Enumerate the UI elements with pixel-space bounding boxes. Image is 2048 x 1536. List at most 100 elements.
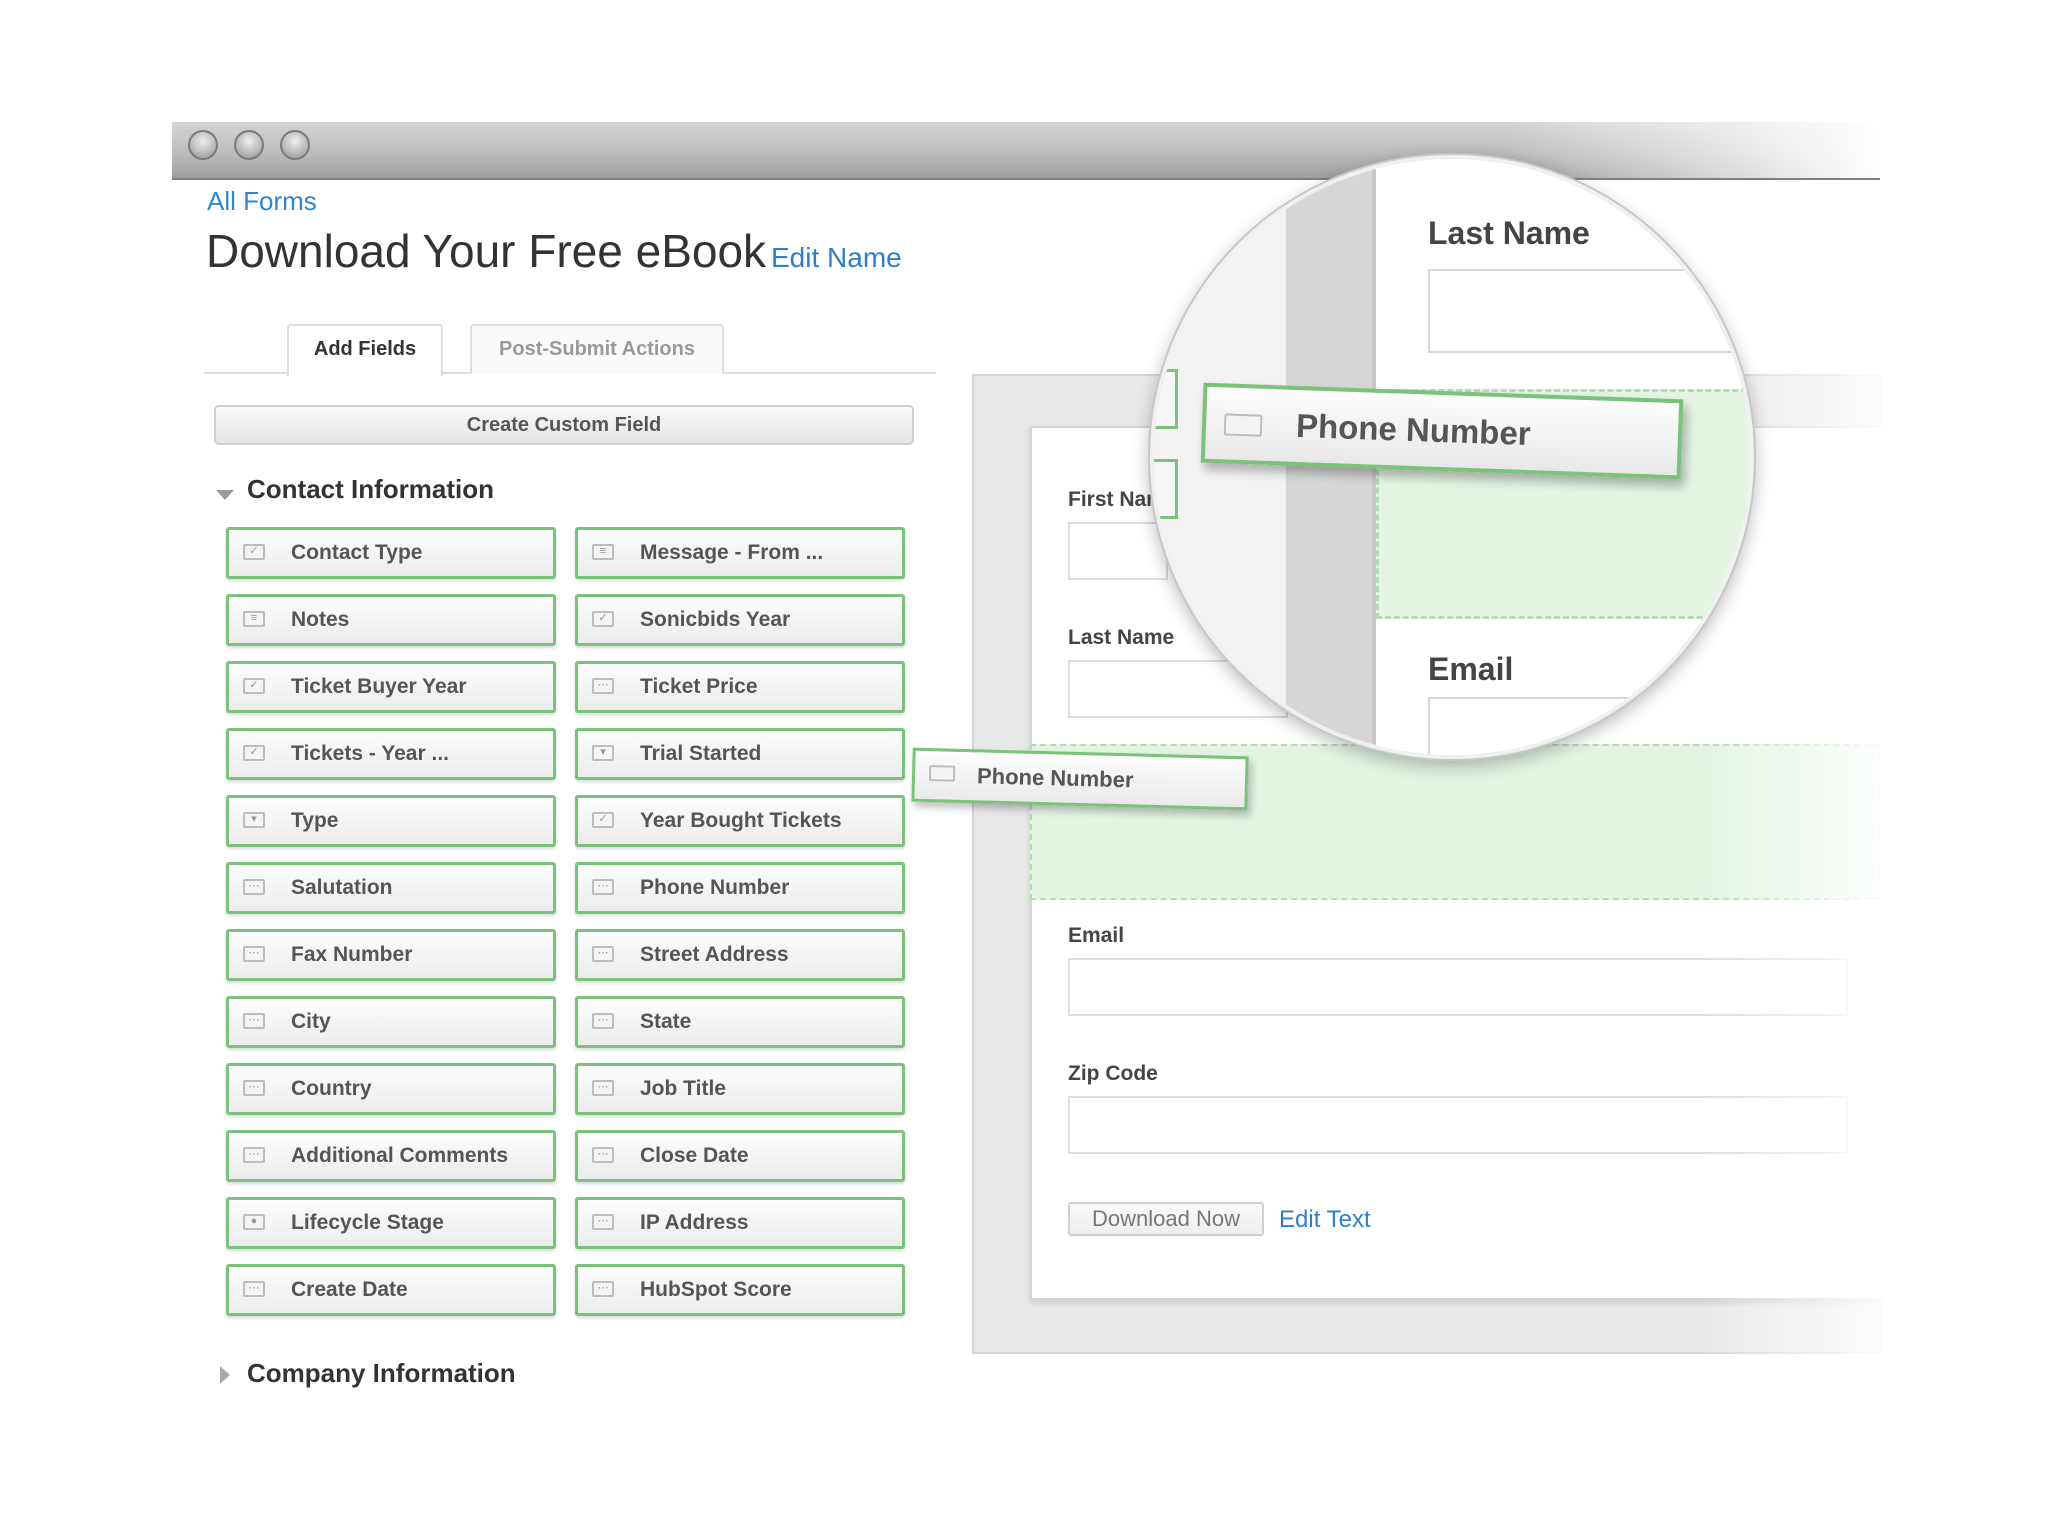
text-field-icon: ⋯	[592, 879, 614, 895]
close-window-icon[interactable]	[188, 130, 218, 160]
field-chip-label: Job Title	[640, 1077, 726, 1100]
field-chip-label: State	[640, 1010, 692, 1033]
field-chip[interactable]: ⋯ State	[575, 996, 905, 1048]
field-chip-label: Trial Started	[640, 742, 762, 765]
field-chip-label: Lifecycle Stage	[291, 1211, 444, 1234]
field-chip[interactable]: ⋯ Additional Comments	[226, 1130, 556, 1182]
field-chip[interactable]: ▾ Type	[226, 795, 556, 847]
field-chip-label: Year Bought Tickets	[640, 809, 842, 832]
field-chip[interactable]: ≡ Message - From ...	[575, 527, 905, 579]
field-chip-label: Close Date	[640, 1144, 749, 1167]
field-chip[interactable]: ⋯ Phone Number	[575, 862, 905, 914]
zoom-window-icon[interactable]	[280, 130, 310, 160]
dragging-field-chip[interactable]: Phone Number	[911, 747, 1249, 811]
checkbox-icon: ✓	[592, 812, 614, 828]
field-chip[interactable]: ✓ Year Bought Tickets	[575, 795, 905, 847]
field-chip[interactable]: ⋯ Country	[226, 1063, 556, 1115]
create-custom-field-button[interactable]: Create Custom Field	[214, 405, 914, 445]
magnifier-lens: Last Name Email Phone Number	[1150, 155, 1754, 759]
page-title: Download Your Free eBook	[206, 225, 767, 277]
field-chip[interactable]: ✓ Sonicbids Year	[575, 594, 905, 646]
field-chip-label: Additional Comments	[291, 1144, 509, 1167]
magnifier-chip-label: Phone Number	[1295, 406, 1532, 453]
dragging-field-label: Phone Number	[976, 763, 1134, 793]
magnifier-email-input	[1428, 697, 1750, 755]
field-chip[interactable]: ⋯ Street Address	[575, 929, 905, 981]
field-chip-label: Salutation	[291, 876, 393, 899]
field-chip-label: Street Address	[640, 943, 789, 966]
field-chip-label: IP Address	[640, 1211, 749, 1234]
field-chip-label: Phone Number	[640, 876, 790, 899]
select-icon: ▾	[243, 812, 265, 828]
collapse-triangle-icon[interactable]	[216, 490, 234, 500]
email-label: Email	[1068, 924, 1125, 947]
field-chip[interactable]: ✓ Ticket Buyer Year	[226, 661, 556, 713]
textarea-icon: ≡	[243, 611, 265, 627]
text-field-icon: ⋯	[592, 678, 614, 694]
all-forms-link[interactable]: All Forms	[207, 186, 317, 217]
text-field-icon: ⋯	[243, 1013, 265, 1029]
field-chip[interactable]: ⋯ Job Title	[575, 1063, 905, 1115]
checkbox-icon: ✓	[243, 745, 265, 761]
magnifier-side-chip	[1154, 369, 1178, 429]
text-field-icon: ⋯	[243, 1281, 265, 1297]
expand-triangle-icon[interactable]	[220, 1366, 230, 1384]
minimize-window-icon[interactable]	[234, 130, 264, 160]
section-contact-information[interactable]: Contact Information	[247, 474, 494, 505]
magnifier-last-name-label: Last Name	[1428, 215, 1590, 251]
field-chip-label: Sonicbids Year	[640, 608, 791, 631]
field-chip[interactable]: ⋯ Salutation	[226, 862, 556, 914]
field-chip[interactable]: ⋯ IP Address	[575, 1197, 905, 1249]
radio-icon: ●	[243, 1214, 265, 1230]
field-chip-label: Message - From ...	[640, 541, 824, 564]
text-field-icon: ⋯	[243, 1080, 265, 1096]
field-chip[interactable]: ⋯ Fax Number	[226, 929, 556, 981]
field-chip[interactable]: ⋯ HubSpot Score	[575, 1264, 905, 1316]
text-field-icon: ⋯	[243, 946, 265, 962]
magnifier-last-name-input	[1428, 269, 1750, 353]
edit-name-link[interactable]: Edit Name	[771, 242, 902, 274]
text-field-icon	[928, 765, 956, 782]
text-field-icon: ⋯	[592, 946, 614, 962]
download-now-button[interactable]: Download Now	[1068, 1202, 1264, 1236]
field-chip-label: Create Date	[291, 1278, 408, 1301]
field-chip[interactable]: ✓ Contact Type	[226, 527, 556, 579]
checkbox-icon: ✓	[243, 678, 265, 694]
field-chip-label: Fax Number	[291, 943, 413, 966]
field-chip[interactable]: ✓ Tickets - Year ...	[226, 728, 556, 780]
field-chip[interactable]: ⋯ City	[226, 996, 556, 1048]
tab-post-submit-actions[interactable]: Post-Submit Actions	[470, 324, 724, 374]
field-chip[interactable]: ⋯ Create Date	[226, 1264, 556, 1316]
text-field-icon: ⋯	[592, 1214, 614, 1230]
magnifier-side-chip	[1154, 459, 1178, 519]
section-company-information[interactable]: Company Information	[247, 1358, 516, 1389]
field-chip-label: Tickets - Year ...	[291, 742, 449, 765]
edit-text-link[interactable]: Edit Text	[1279, 1206, 1371, 1234]
field-chip[interactable]: ● Lifecycle Stage	[226, 1197, 556, 1249]
text-field-icon: ⋯	[592, 1147, 614, 1163]
field-chip[interactable]: ▾ Trial Started	[575, 728, 905, 780]
select-icon: ▾	[592, 745, 614, 761]
window-titlebar	[172, 122, 1880, 180]
field-chip-label: Contact Type	[291, 541, 423, 564]
field-chip[interactable]: ≡ Notes	[226, 594, 556, 646]
field-chip-label: Ticket Buyer Year	[291, 675, 467, 698]
text-field-icon: ⋯	[592, 1013, 614, 1029]
checkbox-icon: ✓	[243, 544, 265, 560]
text-field-icon: ⋯	[243, 1147, 265, 1163]
text-field-icon: ⋯	[243, 879, 265, 895]
field-chip[interactable]: ⋯ Close Date	[575, 1130, 905, 1182]
text-field-icon: ⋯	[592, 1080, 614, 1096]
textarea-icon: ≡	[592, 544, 614, 560]
first-name-input[interactable]	[1068, 522, 1168, 580]
tab-add-fields[interactable]: Add Fields	[287, 324, 443, 376]
checkbox-icon: ✓	[592, 611, 614, 627]
first-name-label: First Nan	[1068, 488, 1160, 511]
magnifier-email-label: Email	[1428, 651, 1514, 687]
text-field-icon	[1223, 413, 1263, 437]
text-field-icon: ⋯	[592, 1281, 614, 1297]
field-chip[interactable]: ⋯ Ticket Price	[575, 661, 905, 713]
field-chip-label: Notes	[291, 608, 350, 631]
magnifier-phone-chip: Phone Number	[1200, 382, 1684, 480]
field-chip-label: City	[291, 1010, 331, 1033]
